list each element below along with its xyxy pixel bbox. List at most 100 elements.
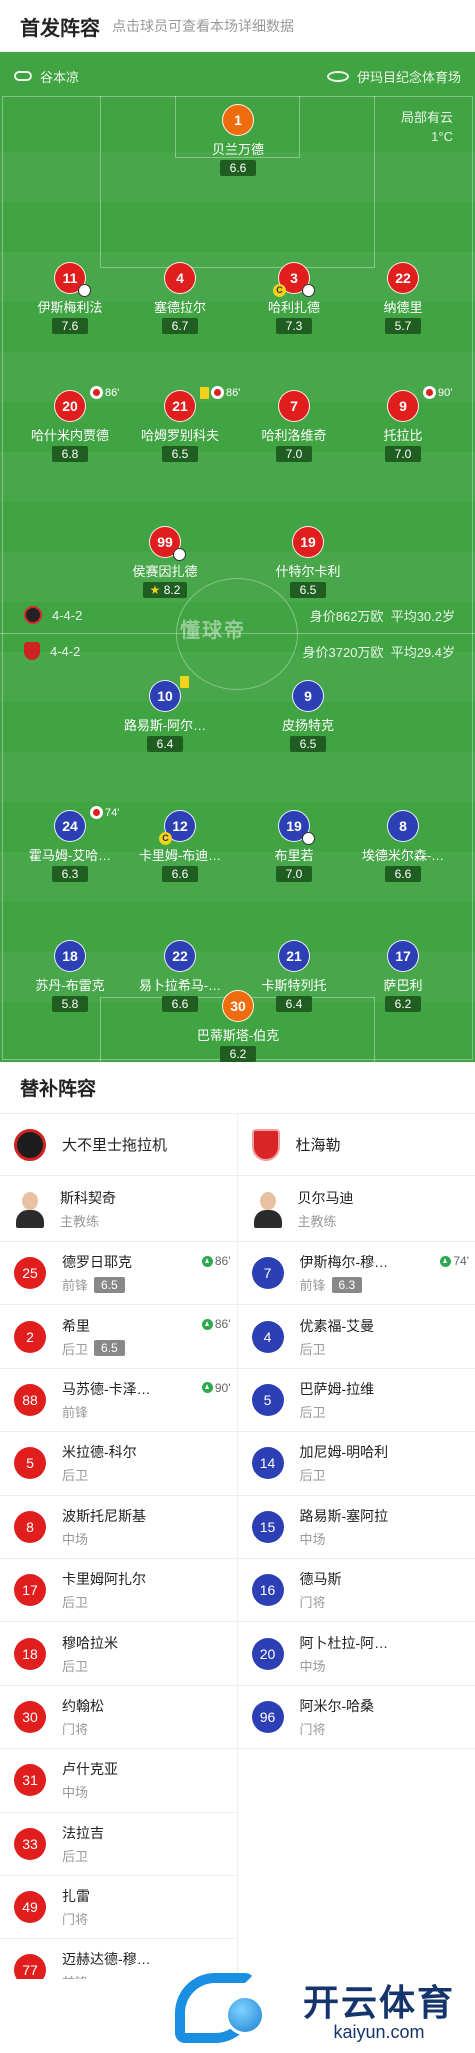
sub-position: 门将 — [299, 1721, 326, 1737]
player-rating: 7.0 — [385, 446, 421, 462]
player-rating: 5.8 — [52, 996, 88, 1012]
player-away-12[interactable]: 12 C 卡里姆-布迪… 6.6 — [125, 810, 235, 883]
stadium: 伊玛目纪念体育场 — [356, 69, 461, 85]
sub-position: 中场 — [299, 1658, 326, 1674]
player-name: 哈利洛维奇 — [261, 428, 327, 443]
player-number: 24 — [54, 810, 86, 842]
goal-icon — [173, 548, 186, 561]
sub-position: 后卫 — [299, 1468, 326, 1484]
footer: 开云体育 kaiyun.com — [0, 1973, 475, 2053]
sub-player-row[interactable]: 16 德马斯 门将 — [237, 1559, 475, 1623]
player-home-19[interactable]: 19 什特尔卡利 6.5 — [253, 526, 363, 599]
player-home-9[interactable]: 90' 9 托拉比 7.0 — [348, 386, 458, 463]
sub-name: 巴萨姆-拉维 — [299, 1380, 375, 1397]
player-home-7[interactable]: 7 哈利洛维奇 7.0 — [239, 390, 349, 463]
player-rating: 6.7 — [162, 318, 198, 334]
sub-player-row[interactable]: 7 伊斯梅尔-穆… 前锋 6.3 74' — [237, 1242, 475, 1306]
sub-player-row[interactable]: 5 米拉德-科尔 后卫 — [0, 1432, 237, 1496]
sub-player-row[interactable]: 88 马苏德-卡泽… 前锋 90' — [0, 1369, 237, 1433]
sub-number: 18 — [14, 1637, 46, 1670]
sub-player-row[interactable]: 17 卡里姆阿扎尔 后卫 — [0, 1559, 237, 1623]
sub-position: 后卫 — [62, 1341, 89, 1357]
player-number: 18 — [54, 940, 86, 972]
sub-player-row[interactable]: 18 穆哈拉米 后卫 — [0, 1622, 237, 1686]
home-team-header[interactable]: 大不里士拖拉机 — [0, 1114, 237, 1176]
sub-player-row[interactable]: 14 加尼姆-明哈利 后卫 — [237, 1432, 475, 1496]
star-icon: ★ — [149, 583, 161, 597]
player-name: 萨巴利 — [383, 978, 423, 993]
player-away-24[interactable]: 74' 24 霍马姆-艾哈… 6.3 — [15, 806, 125, 883]
player-away-8[interactable]: 8 埃德米尔森-… 6.6 — [348, 810, 458, 883]
sub-out-icon — [211, 386, 224, 399]
brand-url: kaiyun.com — [333, 2021, 425, 2042]
player-rating: 6.5 — [162, 446, 198, 462]
brand-name: 开云体育 — [302, 1981, 455, 2023]
sub-player-row[interactable]: 20 阿卜杜拉-阿… 中场 — [237, 1622, 475, 1686]
player-rating: 7.3 — [276, 318, 312, 334]
sub-position: 门将 — [299, 1595, 326, 1611]
player-number: 8 — [387, 810, 419, 842]
player-away-18[interactable]: 18 苏丹-布雷克 5.8 — [15, 940, 125, 1013]
sub-out-icon — [423, 386, 436, 399]
player-away-9[interactable]: 9 皮扬特克 6.5 — [253, 680, 363, 753]
sub-number: 49 — [14, 1891, 46, 1924]
sub-player-row[interactable]: 25 德罗日耶克 前锋 6.5 86' — [0, 1242, 237, 1306]
sub-position: 前锋 — [62, 1278, 89, 1294]
home-coach[interactable]: 斯科契奇 主教练 — [0, 1176, 237, 1242]
sub-position: 后卫 — [62, 1595, 89, 1611]
coach-role: 主教练 — [297, 1213, 337, 1229]
sub-player-row[interactable]: 31 卢什克亚 中场 — [0, 1749, 237, 1813]
card-event — [180, 676, 189, 688]
player-home-4[interactable]: 4 塞德拉尔 6.7 — [125, 262, 235, 335]
player-away-30[interactable]: 30 巴蒂斯塔-伯克 6.2 — [183, 990, 293, 1062]
player-home-22[interactable]: 22 纳德里 5.7 — [348, 262, 458, 335]
sub-player-row[interactable]: 8 波斯托尼斯基 中场 — [0, 1496, 237, 1559]
sub-player-row[interactable]: 30 约翰松 门将 — [0, 1686, 237, 1750]
sub-number: 8 — [14, 1510, 46, 1543]
sub-name: 约翰松 — [62, 1697, 104, 1714]
player-home-21[interactable]: 86' 21 哈姆罗别科夫 6.5 — [125, 386, 240, 463]
player-home-99[interactable]: 99 侯赛因扎德 ★ 8.2 — [110, 526, 220, 599]
temperature: 1°C — [431, 129, 453, 144]
home-team-bar: 4-4-2 身价862万欧 平均30.2岁 — [0, 602, 475, 628]
sub-number: 88 — [14, 1383, 46, 1416]
coach-avatar — [252, 1190, 284, 1228]
sub-name: 伊斯梅尔-穆… — [299, 1254, 389, 1271]
player-away-19[interactable]: 19 布里若 7.0 — [239, 810, 349, 883]
home-logo-icon — [24, 606, 42, 624]
sub-position: 后卫 — [62, 1658, 89, 1674]
sub-player-row[interactable]: 5 巴萨姆-拉维 后卫 — [237, 1369, 475, 1433]
sub-player-row[interactable]: 33 法拉吉 后卫 — [0, 1813, 237, 1876]
sub-player-row[interactable]: 2 希里 后卫 6.5 86' — [0, 1305, 237, 1369]
player-name: 纳德里 — [383, 300, 423, 315]
player-home-3[interactable]: 3C 哈利扎德 7.3 — [239, 262, 349, 335]
sub-position: 前锋 — [62, 1404, 89, 1420]
home-club-logo-icon — [14, 1128, 46, 1161]
sub-position: 后卫 — [299, 1404, 326, 1420]
page-title: 首发阵容 — [20, 17, 100, 40]
player-away-10[interactable]: 10 路易斯-阿尔… 6.4 — [110, 676, 220, 753]
sub-player-row[interactable]: 96 阿米尔-哈桑 门将 — [237, 1686, 475, 1750]
player-rating: 6.4 — [147, 736, 183, 752]
player-home-20[interactable]: 86' 20 哈什米内贾德 6.8 — [15, 386, 125, 463]
player-home-11[interactable]: 11 伊斯梅利法 7.6 — [15, 262, 125, 335]
sub-number: 7 — [251, 1257, 284, 1290]
coach-name: 贝尔马迪 — [297, 1189, 354, 1206]
stadium-icon — [326, 70, 349, 82]
away-team-header[interactable]: 杜海勒 — [237, 1114, 475, 1176]
weather-desc: 局部有云 — [400, 110, 453, 125]
player-home-1[interactable]: 1 贝兰万德 6.6 — [183, 104, 293, 177]
goal-icon — [302, 284, 315, 297]
sub-number: 17 — [14, 1574, 46, 1607]
sub-player-row[interactable]: 4 优素福-艾曼 后卫 — [237, 1305, 475, 1369]
player-number: 9 — [387, 390, 419, 422]
away-coach[interactable]: 贝尔马迪 主教练 — [237, 1176, 475, 1242]
sub-on-time: 86' — [201, 1254, 231, 1268]
sub-position: 门将 — [62, 1912, 89, 1928]
sub-player-row[interactable]: 49 扎雷 门将 — [0, 1876, 237, 1940]
player-number: 10 — [149, 680, 181, 712]
player-number: 21 — [278, 940, 310, 972]
sub-player-row[interactable]: 15 路易斯-塞阿拉 中场 — [237, 1496, 475, 1559]
player-away-17[interactable]: 17 萨巴利 6.2 — [348, 940, 458, 1013]
player-number: 20 — [54, 390, 86, 422]
